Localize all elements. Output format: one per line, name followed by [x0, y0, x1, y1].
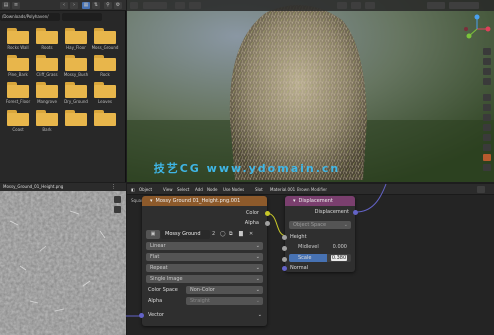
link-displacement-out — [355, 183, 387, 213]
alpha-output-label: Alpha — [244, 220, 259, 226]
interpolation-dropdown[interactable]: Linear ⌄ — [146, 242, 263, 250]
dropdown-chevron-icon: ⌄ — [343, 222, 348, 228]
dropdown-chevron-icon: ⌄ — [255, 276, 260, 282]
space-value: Object Space — [293, 222, 327, 228]
image-node-header[interactable]: ▾ Mossy Ground 01_Height.png.001 — [142, 196, 267, 206]
scale-value[interactable]: 0.380 — [331, 255, 347, 261]
displacement-node[interactable]: ▾ Displacement Displacement Object Space ⌄… — [282, 196, 358, 272]
collapse-icon[interactable]: ▾ — [150, 198, 153, 204]
color-space-label: Color Space — [148, 287, 178, 293]
height-input-socket[interactable] — [282, 235, 287, 240]
vector-input-socket[interactable] — [139, 313, 144, 318]
image-browse-icon[interactable]: ▣ — [146, 230, 160, 239]
projection-dropdown[interactable]: Flat ⌄ — [146, 253, 263, 261]
space-dropdown[interactable]: Object Space ⌄ — [289, 221, 351, 229]
node-editor[interactable]: Square › Ground › Material.001 ▾Mossy Gr… — [126, 183, 494, 335]
scale-label: Scale — [298, 255, 312, 261]
new-image-icon[interactable]: ⧉ — [229, 231, 233, 237]
scale-input-socket[interactable] — [282, 257, 287, 262]
midlevel-field[interactable]: Midlevel 0.000 — [289, 243, 351, 251]
height-input-label: Height — [290, 234, 307, 240]
image-node-title: Mossy Ground 01_Height.png.001 — [155, 198, 241, 204]
dropdown-chevron-icon: ⌄ — [255, 243, 260, 249]
displacement-output-socket[interactable] — [353, 210, 358, 215]
alpha-mode-value: Straight — [190, 298, 210, 304]
extension-dropdown[interactable]: Repeat ⌄ — [146, 264, 263, 272]
source-value: Single Image — [150, 276, 183, 282]
extension-value: Repeat — [150, 265, 168, 271]
color-space-dropdown[interactable]: Non-Color ⌄ — [186, 286, 263, 294]
color-output-label: Color — [245, 210, 259, 216]
color-output-socket[interactable] — [265, 211, 270, 216]
midlevel-value: 0.000 — [332, 244, 347, 250]
displacement-node-header[interactable]: ▾ Displacement — [285, 196, 355, 206]
alpha-mode-dropdown[interactable]: Straight ⌄ — [186, 297, 263, 305]
projection-value: Flat — [150, 254, 160, 260]
vector-input-label: Vector — [148, 312, 164, 318]
image-name-field[interactable]: Mossy Ground — [161, 230, 210, 239]
scale-field[interactable]: Scale 0.380 — [289, 254, 351, 262]
dropdown-chevron-icon: ⌄ — [255, 298, 260, 304]
color-space-value: Non-Color — [190, 287, 215, 293]
dropdown-chevron-icon: ⌄ — [255, 287, 260, 293]
normal-input-label: Normal — [290, 265, 309, 271]
dropdown-chevron-icon: ⌄ — [257, 312, 262, 318]
normal-input-socket[interactable] — [282, 266, 287, 271]
user-count: 2 — [212, 231, 216, 237]
watermark: 技艺CG www.ydomain.cn — [153, 162, 341, 175]
alpha-output-socket[interactable] — [265, 221, 270, 226]
interpolation-value: Linear — [150, 243, 166, 249]
source-dropdown[interactable]: Single Image ⌄ — [146, 275, 263, 283]
open-folder-icon[interactable]: ▇ — [239, 231, 243, 237]
midlevel-label: Midlevel — [298, 244, 319, 250]
midlevel-input-socket[interactable] — [282, 246, 287, 251]
alpha-mode-label: Alpha — [148, 298, 163, 304]
image-texture-node[interactable]: ▾ Mossy Ground 01_Height.png.001 Color Al… — [139, 196, 270, 326]
collapse-icon[interactable]: ▾ — [293, 198, 296, 204]
unlink-icon[interactable]: ✕ — [249, 231, 253, 237]
displacement-output-label: Displacement — [314, 209, 349, 215]
fake-user-icon[interactable]: ◯ — [220, 231, 226, 237]
dropdown-chevron-icon: ⌄ — [255, 265, 260, 271]
displacement-node-title: Displacement — [298, 198, 333, 204]
image-selector: ▣ Mossy Ground 2 ◯ ⧉ ▇ ✕ — [146, 230, 263, 239]
dropdown-chevron-icon: ⌄ — [255, 254, 260, 260]
